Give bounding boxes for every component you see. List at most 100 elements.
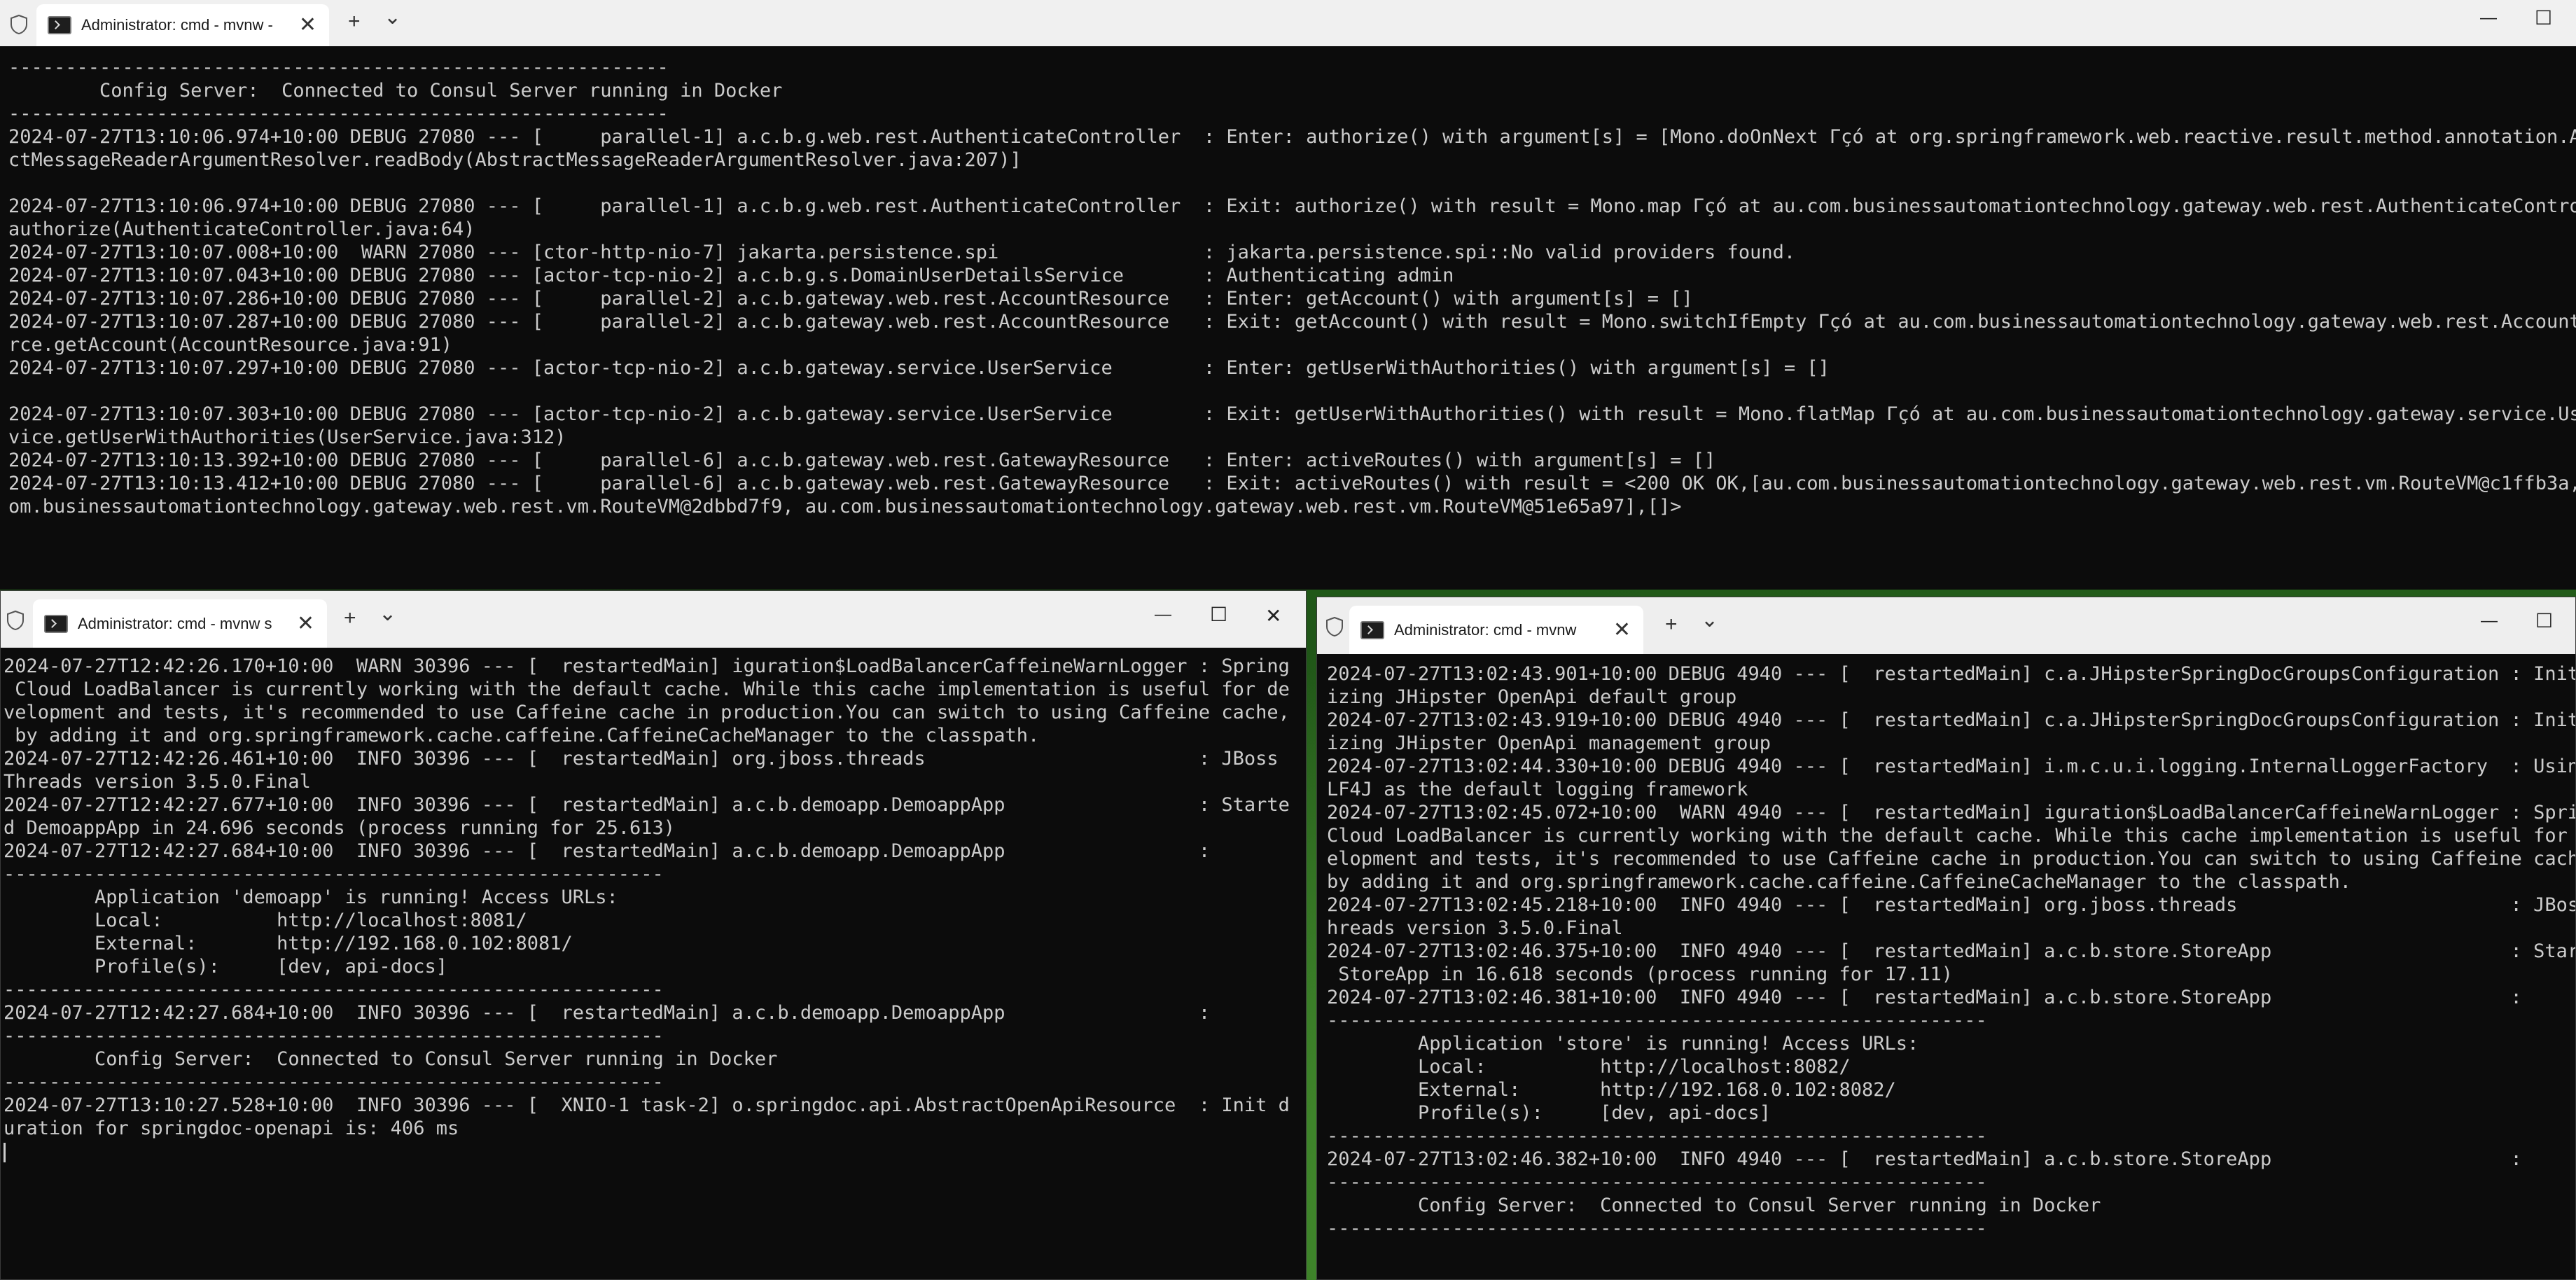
console-line: 2024-07-27T13:10:27.528+10:00 INFO 30396… — [4, 1094, 1290, 1116]
tab-cmd[interactable]: Administrator: cmd - mvnw s ✕ — [33, 599, 327, 648]
console-line: 2024-07-27T13:02:45.072+10:00 WARN 4940 … — [1327, 802, 2575, 823]
console-line: 2024-07-27T13:10:07.287+10:00 DEBUG 2708… — [8, 311, 2576, 333]
console-line: 2024-07-27T13:02:46.375+10:00 INFO 4940 … — [1327, 940, 2575, 962]
plus-icon[interactable]: + — [344, 608, 356, 629]
console-line: uration for springdoc-openapi is: 406 ms — [4, 1118, 459, 1139]
console-output[interactable]: 2024-07-27T12:42:26.170+10:00 WARN 30396… — [1, 648, 1306, 1279]
minimize-icon[interactable]: — — [1155, 606, 1171, 623]
tab-title: Administrator: cmd - mvnw — [1394, 620, 1577, 639]
console-line: vice.getUserWithAuthorities(UserService.… — [8, 426, 566, 448]
console-line: ----------------------------------------… — [4, 979, 664, 1001]
console-line: Cloud LoadBalancer is currently working … — [4, 679, 1290, 700]
console-line: 2024-07-27T12:42:26.170+10:00 WARN 30396… — [4, 655, 1290, 677]
console-line: 2024-07-27T13:02:43.919+10:00 DEBUG 4940… — [1327, 709, 2575, 731]
console-line: 2024-07-27T13:02:45.218+10:00 INFO 4940 … — [1327, 894, 2575, 916]
console-line: 2024-07-27T13:10:07.297+10:00 DEBUG 2708… — [8, 357, 1830, 379]
console-line: ----------------------------------------… — [1327, 1010, 1987, 1031]
console-line: om.businessautomationtechnology.gateway.… — [8, 496, 1682, 517]
minimize-icon[interactable]: — — [2480, 10, 2497, 27]
console-line: 2024-07-27T12:42:27.684+10:00 INFO 30396… — [4, 840, 1211, 862]
console-line: ----------------------------------------… — [8, 103, 669, 125]
console-line: velopment and tests, it's recommended to… — [4, 702, 1290, 723]
terminal-icon — [44, 614, 68, 633]
shield-icon — [10, 14, 28, 35]
console-line: rce.getAccount(AccountResource.java:91) — [8, 334, 452, 356]
console-line: Profile(s): [dev, api-docs] — [4, 956, 447, 978]
console-line: 2024-07-27T13:10:13.412+10:00 DEBUG 2708… — [8, 473, 2576, 494]
tab-cmd[interactable]: Administrator: cmd - mvnw ✕ — [1349, 606, 1643, 654]
console-line: hreads version 3.5.0.Final — [1327, 917, 1623, 939]
console-line: Config Server: Connected to Consul Serve… — [8, 80, 783, 102]
console-line: Config Server: Connected to Consul Serve… — [4, 1048, 778, 1070]
close-icon[interactable]: ✕ — [299, 15, 316, 36]
console-line: Local: http://localhost:8082/ — [1327, 1056, 1851, 1078]
tab-title: Administrator: cmd - mvnw s — [78, 614, 272, 632]
shield-icon — [6, 610, 25, 631]
terminal-window-demoapp[interactable]: Administrator: cmd - mvnw s ✕ + ⌄ — ☐ ✕ … — [0, 590, 1307, 1280]
console-line: StoreApp in 16.618 seconds (process runn… — [1327, 964, 1954, 985]
chevron-down-icon[interactable]: ⌄ — [1701, 610, 1718, 631]
console-line: Threads version 3.5.0.Final — [4, 771, 311, 793]
terminal-window-store[interactable]: Administrator: cmd - mvnw ✕ + ⌄ — ☐ 2024… — [1316, 597, 2576, 1280]
console-line: External: http://192.168.0.102:8081/ — [4, 933, 573, 954]
console-output[interactable]: ----------------------------------------… — [0, 46, 2576, 590]
console-line: LF4J as the default logging framework — [1327, 779, 1748, 800]
plus-icon[interactable]: + — [1665, 614, 1678, 635]
console-line: ----------------------------------------… — [1327, 1171, 1987, 1193]
console-line: 2024-07-27T13:10:07.043+10:00 DEBUG 2708… — [8, 265, 1454, 286]
text-cursor — [4, 1142, 6, 1162]
console-line: 2024-07-27T13:02:46.382+10:00 INFO 4940 … — [1327, 1148, 2522, 1170]
console-line: Application 'demoapp' is running! Access… — [4, 886, 618, 908]
console-line: d DemoappApp in 24.696 seconds (process … — [4, 817, 676, 839]
console-line: izing JHipster OpenApi default group — [1327, 686, 1737, 708]
console-line: 2024-07-27T13:10:06.974+10:00 DEBUG 2708… — [8, 126, 2576, 148]
console-line: 2024-07-27T13:10:07.286+10:00 DEBUG 2708… — [8, 288, 1693, 309]
plus-icon[interactable]: + — [348, 11, 361, 32]
console-prompt-line[interactable] — [4, 1140, 1306, 1163]
terminal-icon — [48, 16, 71, 34]
chevron-down-icon[interactable]: ⌄ — [384, 7, 401, 28]
maximize-icon[interactable]: ☐ — [1210, 605, 1227, 625]
console-line: ctMessageReaderArgumentResolver.readBody… — [8, 149, 1022, 171]
console-line: 2024-07-27T13:02:44.330+10:00 DEBUG 4940… — [1327, 756, 2575, 777]
close-icon[interactable]: ✕ — [1613, 619, 1631, 641]
console-line: 2024-07-27T12:42:27.684+10:00 INFO 30396… — [4, 1002, 1211, 1024]
tab-cmd[interactable]: Administrator: cmd - mvnw - ✕ — [36, 4, 329, 46]
title-bar[interactable]: Administrator: cmd - mvnw - ✕ + ⌄ — ☐ — [0, 0, 2576, 46]
console-line: izing JHipster OpenApi management group — [1327, 732, 1771, 754]
maximize-icon[interactable]: ☐ — [2535, 611, 2553, 631]
console-line: Cloud LoadBalancer is currently working … — [1327, 825, 2575, 847]
console-line: 2024-07-27T13:10:13.392+10:00 DEBUG 2708… — [8, 450, 1716, 471]
close-window-icon[interactable]: ✕ — [1265, 606, 1281, 626]
terminal-window-gateway[interactable]: Administrator: cmd - mvnw - ✕ + ⌄ — ☐ --… — [0, 0, 2576, 590]
tab-title: Administrator: cmd - mvnw - — [81, 16, 273, 34]
close-icon[interactable]: ✕ — [297, 613, 314, 634]
console-line: by adding it and org.springframework.cac… — [4, 725, 1040, 746]
console-line: External: http://192.168.0.102:8082/ — [1327, 1079, 1896, 1101]
title-bar[interactable]: Administrator: cmd - mvnw ✕ + ⌄ — ☐ — [1317, 597, 2575, 654]
console-line: Local: http://localhost:8081/ — [4, 910, 527, 931]
console-line: 2024-07-27T13:10:07.008+10:00 WARN 27080… — [8, 242, 1796, 263]
maximize-icon[interactable]: ☐ — [2535, 8, 2552, 28]
console-line: 2024-07-27T12:42:27.677+10:00 INFO 30396… — [4, 794, 1290, 816]
console-line: elopment and tests, it's recommended to … — [1327, 848, 2575, 870]
shield-icon — [1325, 616, 1344, 637]
terminal-icon — [1360, 620, 1384, 639]
console-line: authorize(AuthenticateController.java:64… — [8, 218, 475, 240]
console-output[interactable]: 2024-07-27T13:02:43.901+10:00 DEBUG 4940… — [1317, 654, 2575, 1279]
minimize-icon[interactable]: — — [2481, 613, 2498, 629]
console-line: ----------------------------------------… — [1327, 1125, 1987, 1147]
console-line: 2024-07-27T13:02:46.381+10:00 INFO 4940 … — [1327, 987, 2522, 1008]
console-line: ----------------------------------------… — [1327, 1218, 1987, 1239]
console-line: ----------------------------------------… — [4, 1071, 664, 1093]
console-line: Application 'store' is running! Access U… — [1327, 1033, 1919, 1055]
console-line: ----------------------------------------… — [4, 863, 664, 885]
console-line: 2024-07-27T12:42:26.461+10:00 INFO 30396… — [4, 748, 1279, 770]
console-line: 2024-07-27T13:02:43.901+10:00 DEBUG 4940… — [1327, 663, 2575, 685]
console-line: 2024-07-27T13:10:07.303+10:00 DEBUG 2708… — [8, 403, 2576, 425]
title-bar[interactable]: Administrator: cmd - mvnw s ✕ + ⌄ — ☐ ✕ — [1, 591, 1306, 648]
chevron-down-icon[interactable]: ⌄ — [379, 604, 396, 625]
console-line: by adding it and org.springframework.cac… — [1327, 871, 2351, 893]
